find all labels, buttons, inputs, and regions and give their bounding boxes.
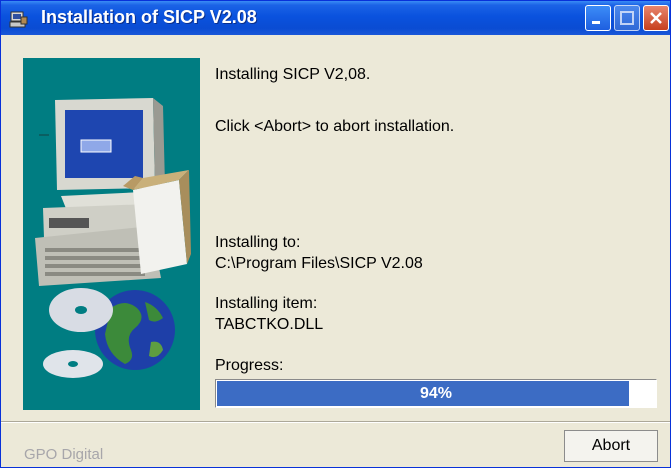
computer-install-illustration [23, 58, 200, 410]
maximize-icon [620, 11, 634, 25]
installing-message: Installing SICP V2,08. [215, 66, 371, 83]
installer-app-icon [9, 9, 29, 29]
progress-percent: 94% [419, 385, 453, 402]
installing-to-label: Installing to: [215, 234, 301, 251]
installing-item-label: Installing item: [215, 295, 318, 312]
progress-bar: 94% [215, 379, 657, 408]
close-button[interactable] [643, 5, 669, 31]
abort-button[interactable]: Abort [564, 430, 658, 462]
window-title: Installation of SICP V2.08 [41, 7, 257, 27]
installing-item-name: TABCTKO.DLL [215, 316, 324, 333]
installing-to-path: C:\Program Files\SICP V2.08 [215, 255, 423, 272]
minimize-icon [592, 21, 600, 24]
progress-label: Progress: [215, 357, 284, 374]
title-bar[interactable]: Installation of SICP V2.08 [1, 1, 670, 35]
footer-divider-highlight [1, 422, 670, 423]
installer-window: Installation of SICP V2.08 Installing SI… [0, 0, 671, 468]
maximize-button[interactable] [614, 5, 640, 31]
brand-label: GPO Digital [24, 446, 104, 463]
close-icon [650, 12, 662, 24]
abort-hint: Click <Abort> to abort installation. [215, 118, 455, 135]
minimize-button[interactable] [585, 5, 611, 31]
